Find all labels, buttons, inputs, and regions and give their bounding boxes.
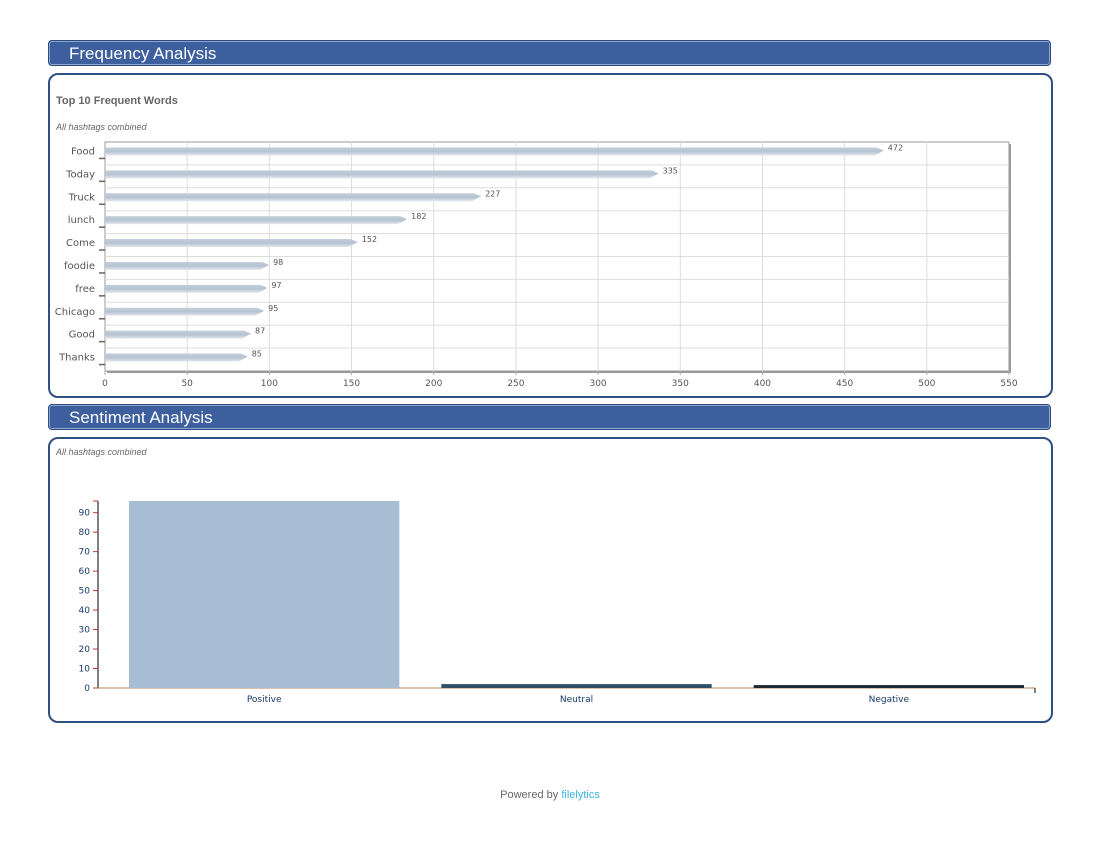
footer-brand-link[interactable]: filelytics — [561, 789, 600, 801]
category-label: Neutral — [560, 695, 593, 705]
y-tick-label: 10 — [79, 665, 91, 675]
y-tick-label: 30 — [79, 626, 91, 636]
value-label: 95 — [268, 304, 278, 313]
word-bar — [105, 193, 482, 202]
value-label: 98 — [273, 258, 283, 267]
frequency-bar-chart: 0 50 100 150 200 250 300 350 400 450 500 550 Food 472… — [55, 141, 1018, 389]
x-tick-label: 350 — [672, 379, 689, 389]
value-label: 152 — [362, 235, 377, 244]
x-tick-label: 150 — [343, 379, 360, 389]
category-label: Thanks — [58, 353, 95, 364]
y-tick-label: 90 — [79, 509, 91, 519]
sentiment-bar — [441, 684, 712, 688]
category-label: Negative — [869, 695, 910, 705]
x-tick-label: 50 — [181, 379, 193, 389]
word-bar — [105, 307, 265, 316]
x-tick-label: 300 — [589, 379, 606, 389]
x-tick-label: 450 — [836, 379, 853, 389]
sentiment-bar — [129, 501, 400, 688]
sentiment-panel: All hashtags combined 0 10 20 30 40 50 60 70 80 9… — [48, 437, 1053, 723]
value-label: 97 — [271, 281, 281, 290]
footer-prefix: Powered by — [500, 789, 559, 801]
sentiment-bar — [753, 685, 1024, 688]
category-label: Food — [71, 146, 95, 157]
word-bar — [105, 147, 884, 156]
value-label: 85 — [252, 350, 262, 359]
category-label: Come — [66, 238, 95, 249]
x-tick-label: 100 — [261, 379, 278, 389]
y-tick-label: 40 — [79, 606, 91, 616]
sentiment-bar-chart: 0 10 20 30 40 50 60 70 80 90 Positive Neutral Negati… — [79, 500, 1036, 705]
value-label: 472 — [888, 143, 903, 152]
category-label: foodie — [64, 261, 95, 272]
x-tick-label: 550 — [1000, 379, 1017, 389]
frequency-panel: Top 10 Frequent Words All hashtags combi… — [48, 73, 1053, 398]
word-bar — [105, 330, 251, 339]
word-bar — [105, 353, 248, 362]
category-label: lunch — [68, 215, 95, 226]
word-bar — [105, 284, 268, 293]
sentiment-section-header: Sentiment Analysis — [48, 404, 1051, 430]
category-label: Positive — [247, 695, 282, 705]
category-label: Today — [65, 169, 95, 180]
category-label: Truck — [68, 192, 96, 203]
word-bar — [105, 261, 270, 270]
category-label: free — [75, 284, 95, 295]
x-tick-label: 250 — [507, 379, 524, 389]
x-tick-label: 0 — [102, 379, 108, 389]
y-tick-label: 0 — [84, 684, 90, 694]
value-label: 182 — [411, 212, 426, 221]
word-bar — [105, 216, 408, 225]
frequency-section-title: Frequency Analysis — [69, 44, 217, 63]
value-label: 227 — [485, 189, 500, 198]
sentiment-section-title: Sentiment Analysis — [69, 408, 213, 427]
x-tick-label: 200 — [425, 379, 442, 389]
x-tick-label: 500 — [918, 379, 935, 389]
frequency-section-header: Frequency Analysis — [48, 40, 1051, 66]
y-tick-label: 50 — [79, 587, 91, 597]
category-label: Chicago — [55, 307, 95, 318]
y-tick-label: 60 — [79, 567, 91, 577]
y-tick-label: 80 — [79, 528, 91, 538]
x-tick-label: 400 — [754, 379, 771, 389]
word-bar — [105, 170, 659, 179]
footer: Powered by filelytics — [0, 789, 1100, 801]
value-label: 335 — [663, 166, 678, 175]
y-tick-label: 70 — [79, 548, 91, 558]
word-bar — [105, 239, 358, 248]
category-label: Good — [69, 330, 95, 341]
value-label: 87 — [255, 327, 265, 336]
y-tick-label: 20 — [79, 645, 91, 655]
